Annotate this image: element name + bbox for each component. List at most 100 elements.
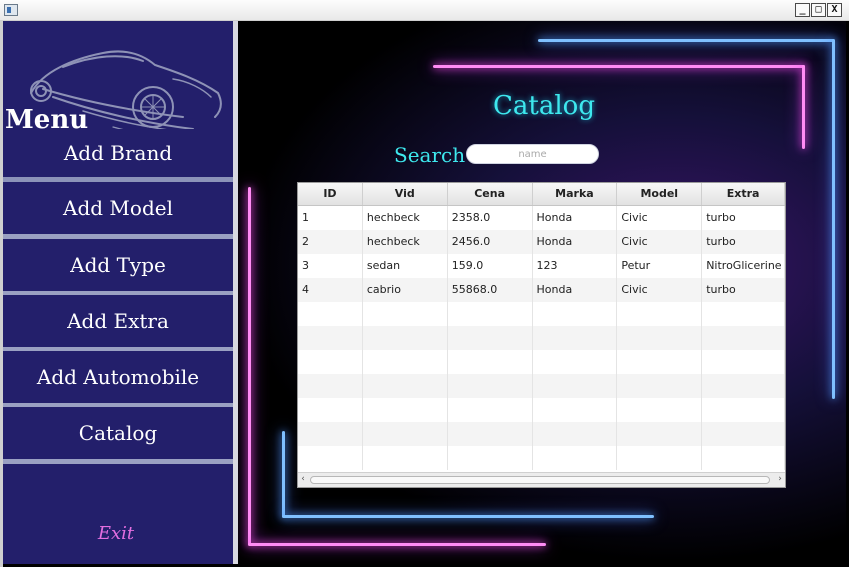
neon-line bbox=[282, 515, 654, 518]
table-cell: cabrio bbox=[363, 278, 448, 302]
table-row[interactable]: 2 hechbeck 2456.0 Honda Civic turbo bbox=[298, 230, 785, 254]
table-cell bbox=[533, 446, 618, 470]
sidebar: Menu Add Brand Add Model Add Type Add Ex… bbox=[3, 21, 233, 564]
table-cell bbox=[298, 398, 363, 422]
add-type-button[interactable]: Add Type bbox=[3, 239, 233, 296]
neon-line bbox=[248, 187, 251, 545]
table-cell bbox=[533, 302, 618, 326]
horizontal-scrollbar[interactable]: ‹ › bbox=[298, 472, 785, 487]
table-cell: Honda bbox=[533, 230, 618, 254]
table-cell bbox=[702, 422, 785, 446]
table-cell bbox=[298, 326, 363, 350]
table-body: 1 hechbeck 2358.0 Honda Civic turbo 2 hechbeck 2… bbox=[298, 206, 785, 470]
table-cell: turbo bbox=[702, 278, 785, 302]
table-cell: turbo bbox=[702, 230, 785, 254]
table-cell bbox=[448, 302, 533, 326]
column-header[interactable]: Marka bbox=[533, 183, 618, 205]
table-cell bbox=[298, 446, 363, 470]
maximize-button[interactable]: □ bbox=[811, 3, 826, 17]
table-cell bbox=[533, 422, 618, 446]
table-cell bbox=[702, 446, 785, 470]
table-cell: hechbeck bbox=[363, 230, 448, 254]
table-cell bbox=[448, 422, 533, 446]
catalog-table[interactable]: ID Vid Cena Marka Model Extra 1 hechbeck 2… bbox=[297, 182, 786, 488]
scroll-right-icon[interactable]: › bbox=[776, 475, 784, 484]
table-row[interactable] bbox=[298, 350, 785, 374]
column-header[interactable]: ID bbox=[298, 183, 363, 205]
table-cell bbox=[448, 446, 533, 470]
table-cell: 4 bbox=[298, 278, 363, 302]
table-cell: Civic bbox=[617, 206, 703, 230]
table-cell bbox=[533, 350, 618, 374]
table-cell: turbo bbox=[702, 206, 785, 230]
table-row[interactable] bbox=[298, 374, 785, 398]
table-cell bbox=[363, 398, 448, 422]
exit-button[interactable]: Exit bbox=[3, 523, 229, 544]
table-cell: 2358.0 bbox=[448, 206, 533, 230]
table-cell: 2 bbox=[298, 230, 363, 254]
catalog-button[interactable]: Catalog bbox=[3, 407, 233, 464]
table-cell bbox=[448, 326, 533, 350]
table-cell bbox=[363, 446, 448, 470]
table-cell bbox=[617, 422, 703, 446]
close-button[interactable]: X bbox=[827, 3, 842, 17]
column-header[interactable]: Model bbox=[617, 183, 703, 205]
table-cell bbox=[448, 350, 533, 374]
table-cell bbox=[363, 326, 448, 350]
add-extra-button[interactable]: Add Extra bbox=[3, 295, 233, 352]
app-icon bbox=[4, 4, 18, 16]
search-label: Search bbox=[394, 143, 466, 167]
table-cell bbox=[363, 422, 448, 446]
table-cell bbox=[702, 326, 785, 350]
table-cell bbox=[617, 446, 703, 470]
table-cell bbox=[363, 374, 448, 398]
table-cell: 3 bbox=[298, 254, 363, 278]
neon-line bbox=[538, 39, 834, 42]
table-cell bbox=[298, 350, 363, 374]
column-header[interactable]: Cena bbox=[448, 183, 533, 205]
table-row[interactable] bbox=[298, 326, 785, 350]
table-row[interactable] bbox=[298, 302, 785, 326]
table-cell bbox=[533, 398, 618, 422]
table-cell bbox=[448, 374, 533, 398]
table-cell: NitroGlicerine bbox=[702, 254, 785, 278]
neon-line bbox=[282, 431, 285, 517]
table-row[interactable] bbox=[298, 446, 785, 470]
table-cell bbox=[702, 302, 785, 326]
neon-line bbox=[433, 65, 805, 68]
neon-line bbox=[248, 543, 546, 546]
table-cell: 55868.0 bbox=[448, 278, 533, 302]
table-cell bbox=[617, 326, 703, 350]
table-cell bbox=[702, 350, 785, 374]
table-header: ID Vid Cena Marka Model Extra bbox=[298, 183, 785, 206]
minimize-button[interactable]: _ bbox=[795, 3, 810, 17]
table-cell bbox=[298, 302, 363, 326]
scroll-left-icon[interactable]: ‹ bbox=[299, 475, 307, 484]
table-cell: Civic bbox=[617, 278, 703, 302]
table-cell bbox=[363, 302, 448, 326]
table-cell: 123 bbox=[533, 254, 618, 278]
search-input[interactable] bbox=[466, 144, 599, 164]
table-cell: 1 bbox=[298, 206, 363, 230]
table-cell bbox=[702, 398, 785, 422]
neon-line bbox=[802, 65, 805, 149]
table-row[interactable] bbox=[298, 398, 785, 422]
table-row[interactable] bbox=[298, 422, 785, 446]
table-cell bbox=[617, 350, 703, 374]
scrollbar-thumb[interactable] bbox=[310, 476, 770, 484]
table-cell bbox=[533, 326, 618, 350]
column-header[interactable]: Vid bbox=[363, 183, 448, 205]
table-row[interactable]: 3 sedan 159.0 123 Petur NitroGlicerine bbox=[298, 254, 785, 278]
table-cell: Civic bbox=[617, 230, 703, 254]
add-brand-button[interactable]: Add Brand bbox=[3, 129, 233, 182]
table-cell bbox=[363, 350, 448, 374]
table-row[interactable]: 4 cabrio 55868.0 Honda Civic turbo bbox=[298, 278, 785, 302]
table-cell: sedan bbox=[363, 254, 448, 278]
column-header[interactable]: Extra bbox=[702, 183, 785, 205]
table-row[interactable]: 1 hechbeck 2358.0 Honda Civic turbo bbox=[298, 206, 785, 230]
table-cell: Honda bbox=[533, 278, 618, 302]
page-title: Catalog bbox=[493, 91, 595, 121]
table-cell bbox=[617, 374, 703, 398]
add-automobile-button[interactable]: Add Automobile bbox=[3, 351, 233, 408]
add-model-button[interactable]: Add Model bbox=[3, 182, 233, 239]
